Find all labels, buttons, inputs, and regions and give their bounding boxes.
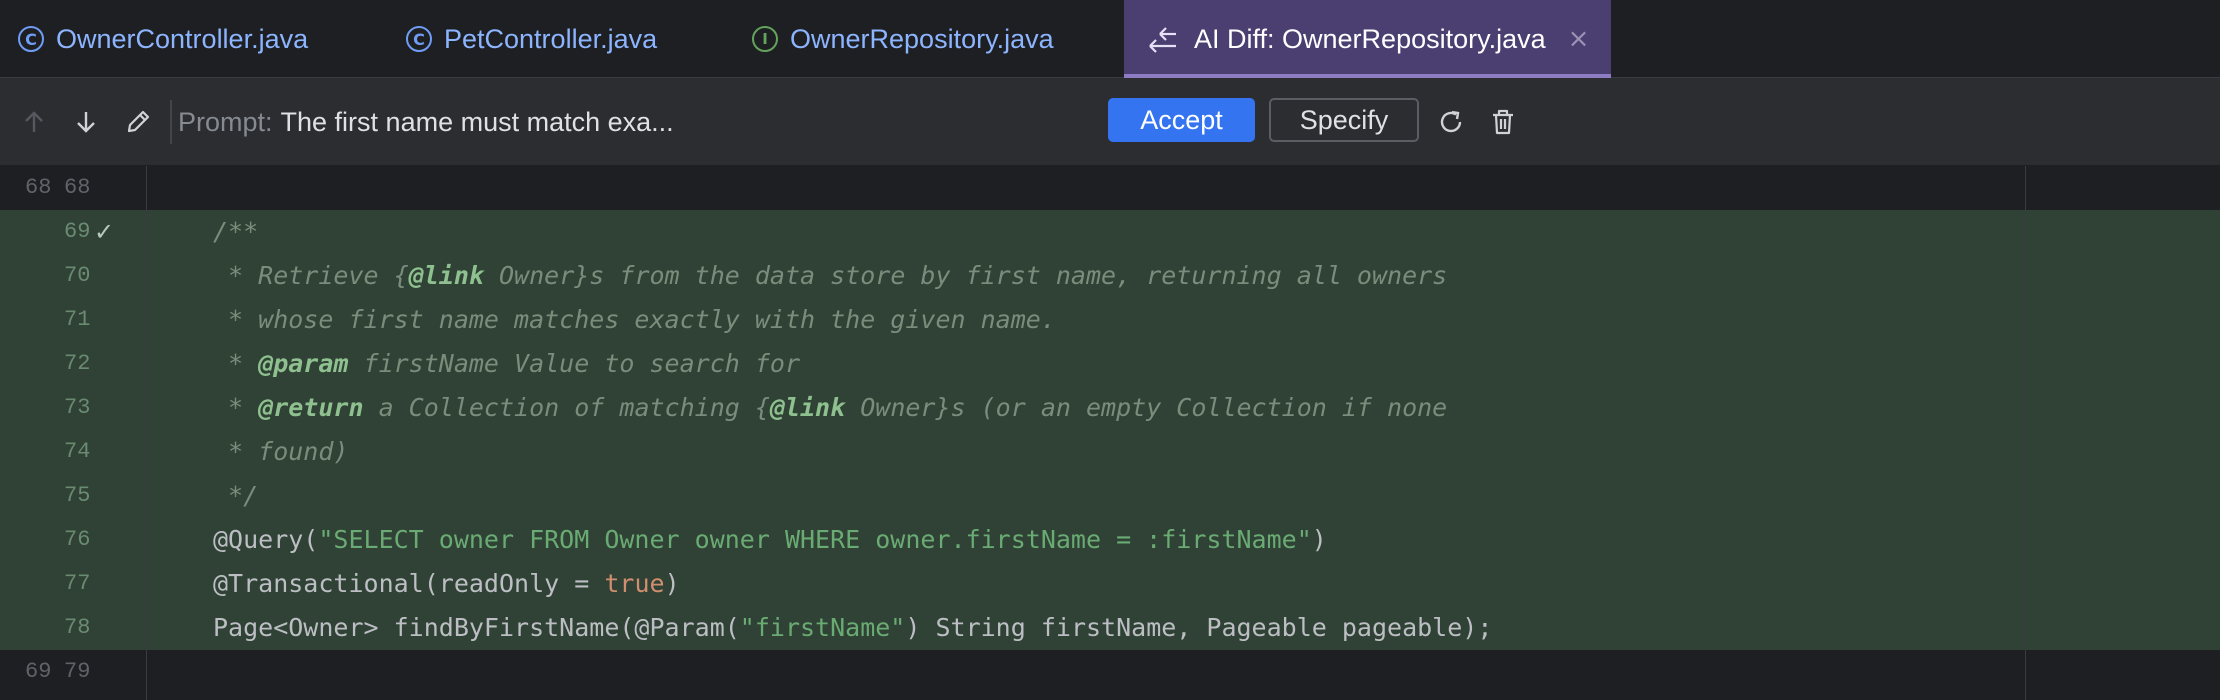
code-token: *: [213, 393, 259, 422]
new-line-number: 78: [64, 615, 91, 640]
new-line-number: 70: [64, 263, 91, 288]
tab-label: PetController.java: [444, 23, 658, 54]
class-icon: C: [406, 26, 432, 52]
javadoc-tag: @link: [769, 393, 846, 422]
new-line-number: 77: [64, 571, 91, 596]
code-text: /**: [213, 217, 259, 246]
editor-tab-bar: C OwnerController.java C PetController.j…: [0, 0, 2220, 78]
arrow-down-icon[interactable]: [66, 102, 106, 142]
new-line-number: 76: [64, 527, 91, 552]
new-line-number: 79: [64, 659, 91, 684]
new-line-number: 75: [64, 483, 91, 508]
code-text: * found): [213, 437, 349, 466]
code-token: a Collection of matching {: [363, 393, 770, 422]
code-text: * @return a Collection of matching {@lin…: [213, 386, 1447, 430]
code-token: @Transactional(readOnly =: [213, 569, 605, 598]
tab-pet-controller[interactable]: C PetController.java: [406, 0, 657, 78]
new-line-number: 69: [64, 219, 91, 244]
old-line-number: 68: [25, 175, 52, 200]
gutter-divider: [146, 166, 147, 700]
code-line: 69 79: [0, 650, 2220, 694]
trash-icon[interactable]: [1483, 102, 1523, 142]
code-token: * Retrieve {: [213, 261, 409, 290]
added-code-line: 75 */: [0, 474, 2220, 518]
tab-ai-diff[interactable]: AI Diff: OwnerRepository.java ×: [1124, 0, 1611, 78]
diff-icon: [1146, 22, 1180, 56]
added-code-line: 72 * @param firstName Value to search fo…: [0, 342, 2220, 386]
tab-label: AI Diff: OwnerRepository.java: [1194, 23, 1546, 54]
tab-label: OwnerRepository.java: [790, 23, 1054, 54]
tab-owner-controller[interactable]: C OwnerController.java: [18, 0, 308, 78]
code-token: Owner}s from the data store by first nam…: [483, 261, 1448, 290]
code-line: 68 68: [0, 166, 2220, 210]
code-text: @Query("SELECT owner FROM Owner owner WH…: [213, 518, 1327, 562]
tab-label: OwnerController.java: [56, 23, 309, 54]
new-line-number: 68: [64, 175, 91, 200]
class-icon: C: [18, 26, 44, 52]
code-token: @Query(: [213, 525, 319, 554]
code-token: Page<Owner> findByFirstName(@Param(: [213, 613, 740, 642]
new-line-number: 73: [64, 395, 91, 420]
added-code-line: 69 ✓ /**: [0, 210, 2220, 254]
prompt-summary[interactable]: Prompt: The first name must match exa...: [178, 78, 674, 166]
code-text: */: [213, 481, 259, 510]
code-token: *: [213, 349, 259, 378]
added-code-line: 73 * @return a Collection of matching {@…: [0, 386, 2220, 430]
code-text: * Retrieve {@link Owner}s from the data …: [213, 254, 1447, 298]
code-text: * @param firstName Value to search for: [213, 342, 800, 386]
new-line-number: 72: [64, 351, 91, 376]
code-token: ) String firstName, Pageable pageable);: [905, 613, 1493, 642]
javadoc-tag: @return: [258, 393, 364, 422]
arrow-up-icon[interactable]: [14, 102, 54, 142]
keyword: true: [604, 569, 665, 598]
added-code-line: 70 * Retrieve {@link Owner}s from the da…: [0, 254, 2220, 298]
code-token: ): [664, 569, 680, 598]
code-token: firstName Value to search for: [348, 349, 801, 378]
diff-editor[interactable]: 68 68 69 ✓ /** 70 * Retrieve {@link Owne…: [0, 166, 2220, 700]
old-line-number: 69: [25, 659, 52, 684]
javadoc-tag: @param: [258, 349, 349, 378]
code-text: Page<Owner> findByFirstName(@Param("firs…: [213, 606, 1492, 650]
added-code-line: 77 @Transactional(readOnly = true): [0, 562, 2220, 606]
code-token: ): [1311, 525, 1327, 554]
pencil-icon[interactable]: [118, 102, 158, 142]
close-icon[interactable]: ×: [1568, 24, 1590, 54]
code-text: * whose first name matches exactly with …: [213, 305, 1056, 334]
prompt-text: The first name must match exa...: [280, 106, 674, 137]
accept-button[interactable]: Accept: [1108, 98, 1255, 142]
right-margin-guide: [2025, 166, 2026, 700]
specify-button[interactable]: Specify: [1269, 98, 1419, 142]
string-literal: "SELECT owner FROM Owner owner WHERE own…: [318, 525, 1312, 554]
added-code-line: 78 Page<Owner> findByFirstName(@Param("f…: [0, 606, 2220, 650]
code-text: @Transactional(readOnly = true): [213, 562, 680, 606]
interface-icon: I: [752, 26, 778, 52]
ai-diff-toolbar: Prompt: The first name must match exa...…: [0, 78, 2220, 166]
string-literal: "firstName": [739, 613, 906, 642]
prompt-label: Prompt:: [178, 106, 273, 137]
ide-window: C OwnerController.java C PetController.j…: [0, 0, 2220, 700]
added-code-line: 76 @Query("SELECT owner FROM Owner owner…: [0, 518, 2220, 562]
code-token: Owner}s (or an empty Collection if none: [845, 393, 1448, 422]
check-icon[interactable]: ✓: [94, 210, 114, 254]
toolbar-divider: [170, 100, 172, 144]
javadoc-tag: @link: [408, 261, 484, 290]
added-code-line: 71 * whose first name matches exactly wi…: [0, 298, 2220, 342]
new-line-number: 74: [64, 439, 91, 464]
added-code-line: 74 * found): [0, 430, 2220, 474]
tab-owner-repository[interactable]: I OwnerRepository.java: [752, 0, 1054, 78]
new-line-number: 71: [64, 307, 91, 332]
regenerate-icon[interactable]: [1431, 102, 1471, 142]
